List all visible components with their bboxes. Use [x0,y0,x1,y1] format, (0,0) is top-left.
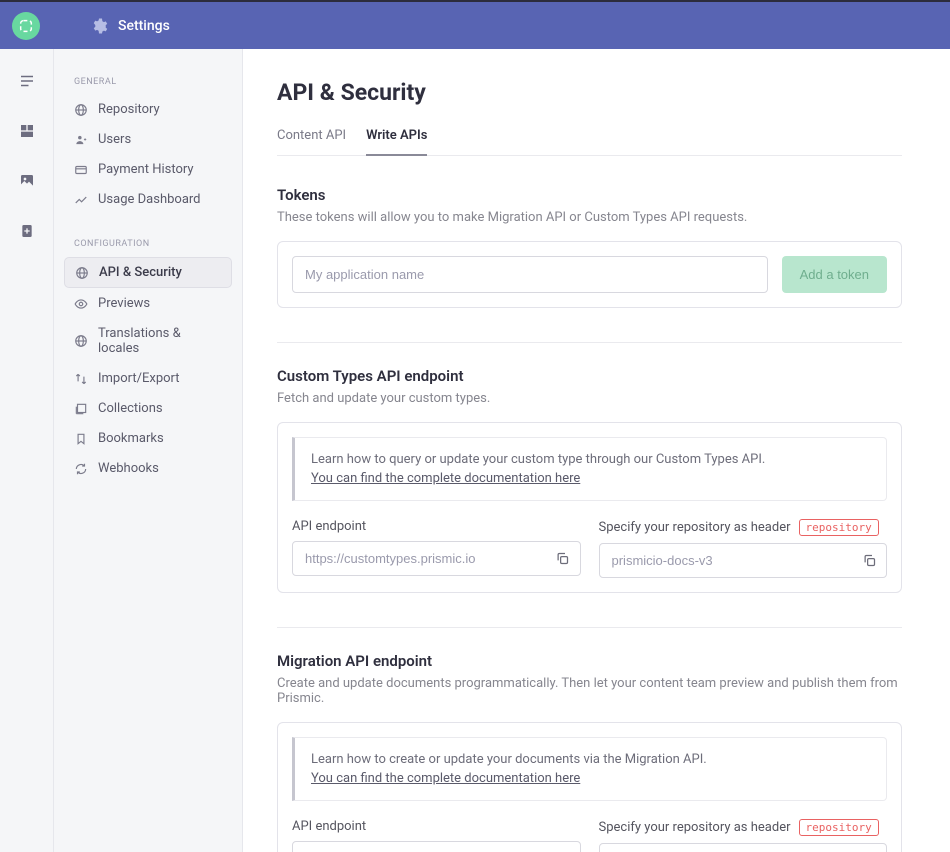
sidebar-item-usage[interactable]: Usage Dashboard [64,185,232,214]
page-header-title: Settings [118,18,170,34]
repo-header-label: Specify your repository as header [599,820,791,835]
api-endpoint-label: API endpoint [292,819,581,834]
sidebar-item-label: Previews [98,296,150,311]
topbar: Settings [0,0,950,49]
main-content: API & Security Content API Write APIs To… [243,49,950,852]
repo-header-label: Specify your repository as header [599,520,791,535]
sidebar-item-label: Users [98,132,131,147]
globe-icon [74,103,88,117]
token-name-input[interactable] [292,256,768,293]
repository-badge: repository [799,819,879,836]
info-text: Learn how to query or update your custom… [311,452,870,467]
custom-types-desc: Fetch and update your custom types. [277,391,902,406]
sidebar-item-previews[interactable]: Previews [64,289,232,318]
copy-button[interactable] [551,847,575,852]
copy-button[interactable] [551,547,575,571]
layers-icon [74,402,88,416]
sidebar-item-label: Import/Export [98,371,180,386]
divider [277,627,902,628]
page-title: API & Security [277,79,902,106]
tokens-panel: Add a token [277,241,902,308]
sidebar-item-label: Collections [98,401,163,416]
sidebar-item-users[interactable]: Users [64,125,232,154]
custom-types-repo-value[interactable] [599,543,888,578]
migration-desc: Create and update documents programmatic… [277,676,902,706]
settings-sidebar: GENERAL Repository Users Payment History… [54,49,243,852]
copy-icon [555,551,570,566]
migration-title: Migration API endpoint [277,652,902,670]
refresh-icon [74,462,88,476]
sidebar-item-repository[interactable]: Repository [64,95,232,124]
swap-icon [74,372,88,386]
rail-item-media[interactable] [15,169,39,193]
sidebar-item-label: API & Security [99,265,182,280]
custom-types-api-endpoint[interactable] [292,541,581,576]
custom-types-info: Learn how to query or update your custom… [292,437,887,501]
globe-icon [74,334,88,348]
sidebar-item-label: Webhooks [98,461,159,476]
shield-icon [75,266,89,280]
custom-types-doc-link[interactable]: You can find the complete documentation … [311,471,580,486]
migration-doc-link[interactable]: You can find the complete documentation … [311,771,580,786]
add-token-button[interactable]: Add a token [782,256,887,293]
sidebar-item-label: Usage Dashboard [98,192,201,207]
tab-content-api[interactable]: Content API [277,128,346,155]
sidebar-item-api-security[interactable]: API & Security [64,257,232,288]
app-logo[interactable] [12,12,40,40]
sidebar-item-label: Translations & locales [98,326,222,356]
custom-types-title: Custom Types API endpoint [277,367,902,385]
copy-button[interactable] [857,849,881,852]
nav-rail [0,49,54,852]
sidebar-item-payment[interactable]: Payment History [64,155,232,184]
tokens-desc: These tokens will allow you to make Migr… [277,210,902,225]
sidebar-item-collections[interactable]: Collections [64,394,232,423]
custom-types-panel: Learn how to query or update your custom… [277,422,902,593]
migration-api-endpoint[interactable] [292,841,581,852]
copy-button[interactable] [857,549,881,573]
tab-write-apis[interactable]: Write APIs [366,128,427,155]
sidebar-item-label: Payment History [98,162,194,177]
sidebar-item-translations[interactable]: Translations & locales [64,319,232,363]
repository-badge: repository [799,519,879,536]
sidebar-item-label: Bookmarks [98,431,164,446]
sidebar-item-import-export[interactable]: Import/Export [64,364,232,393]
migration-panel: Learn how to create or update your docum… [277,722,902,852]
sidebar-item-webhooks[interactable]: Webhooks [64,454,232,483]
rail-item-documents[interactable] [15,69,39,93]
tabs: Content API Write APIs [277,128,902,156]
divider [277,342,902,343]
chart-icon [74,193,88,207]
eye-icon [74,297,88,311]
info-text: Learn how to create or update your docum… [311,752,870,767]
users-icon [74,133,88,147]
copy-icon [862,553,877,568]
sidebar-group-config: CONFIGURATION [64,233,232,257]
sidebar-item-bookmarks[interactable]: Bookmarks [64,424,232,453]
migration-info: Learn how to create or update your docum… [292,737,887,801]
sidebar-group-general: GENERAL [64,71,232,95]
sidebar-item-label: Repository [98,102,160,117]
card-icon [74,163,88,177]
tokens-title: Tokens [277,186,902,204]
bookmark-icon [74,432,88,446]
gear-icon [90,17,108,35]
api-endpoint-label: API endpoint [292,519,581,534]
rail-item-dashboard[interactable] [15,119,39,143]
migration-repo-value[interactable] [599,843,888,852]
rail-item-builder[interactable] [15,219,39,243]
